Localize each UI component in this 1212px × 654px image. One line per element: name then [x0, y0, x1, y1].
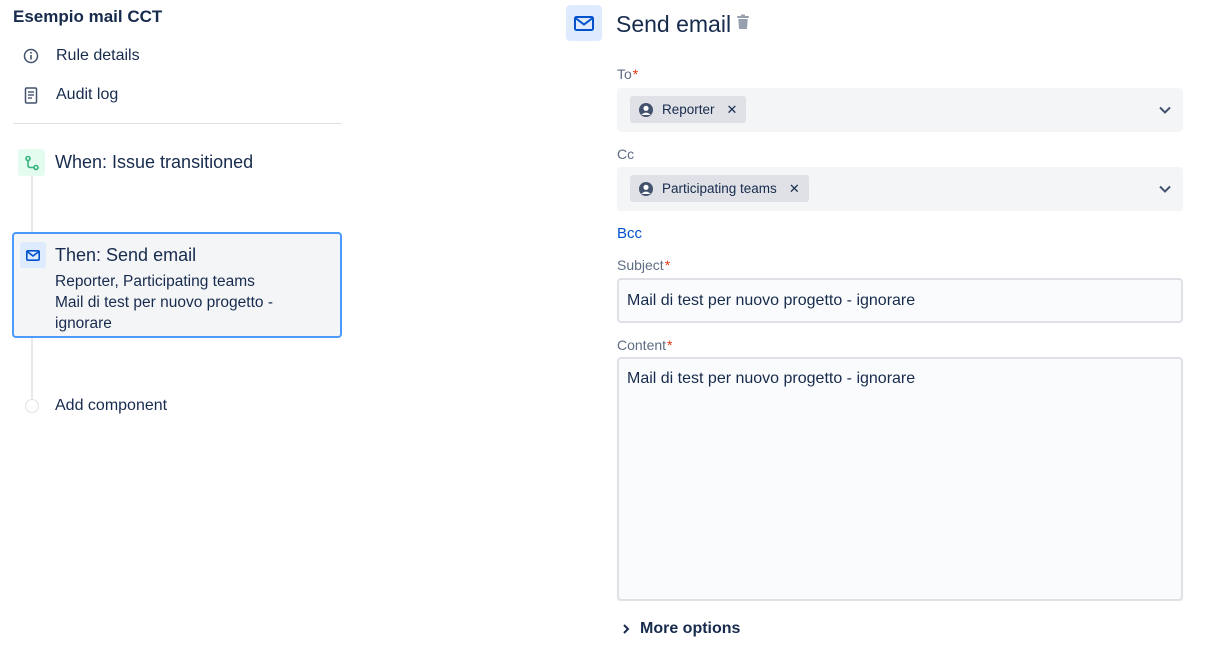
person-icon	[639, 102, 653, 117]
chevron-right-icon	[623, 624, 630, 634]
rule-title: Esempio mail CCT	[13, 7, 163, 26]
action-subject-line-2: ignorare	[55, 315, 112, 332]
action-subject-line-1: Mail di test per nuovo progetto -	[55, 294, 273, 311]
remove-chip-icon[interactable]: ✕	[789, 181, 800, 197]
mail-icon	[20, 242, 46, 268]
add-component-label: Add component	[55, 397, 168, 414]
action-title: Then: Send email	[55, 245, 197, 265]
content-label-text: Content	[617, 337, 667, 353]
nav-rule-details[interactable]: Rule details	[22, 45, 140, 67]
action-recipients: Reporter, Participating teams	[55, 273, 255, 290]
to-chip-reporter: Reporter ✕	[630, 96, 747, 123]
to-chip-label: Reporter	[662, 102, 715, 117]
chevron-down-icon[interactable]	[1157, 102, 1173, 118]
add-component-dot	[25, 399, 39, 413]
trigger-label: When: Issue transitioned	[55, 152, 254, 172]
content-label: Content*	[617, 337, 673, 353]
nav-audit-log[interactable]: Audit log	[22, 84, 118, 106]
subject-label: Subject*	[617, 257, 670, 273]
required-marker: *	[632, 66, 639, 82]
document-icon	[22, 86, 40, 104]
cc-chip-label: Participating teams	[662, 181, 777, 196]
more-options-label: More options	[640, 620, 741, 637]
subject-input[interactable]: Mail di test per nuovo progetto - ignora…	[617, 278, 1183, 323]
transition-icon	[18, 149, 45, 176]
cc-label: Cc	[617, 146, 635, 162]
cc-select[interactable]: Participating teams ✕	[617, 167, 1183, 211]
bcc-link[interactable]: Bcc	[617, 225, 642, 242]
more-options-toggle[interactable]: More options	[621, 620, 740, 638]
trash-icon[interactable]	[736, 14, 752, 32]
chevron-down-icon[interactable]	[1157, 181, 1173, 197]
subject-label-text: Subject	[617, 257, 664, 273]
to-label-text: To	[617, 66, 632, 82]
sidebar-divider	[13, 123, 342, 124]
panel-title: Send email	[616, 11, 732, 37]
to-label: To*	[617, 66, 638, 82]
info-icon	[22, 47, 40, 65]
cc-chip-participating-teams: Participating teams ✕	[630, 175, 809, 202]
nav-rule-details-label: Rule details	[56, 47, 140, 64]
send-email-panel: Send email To* Reporter ✕ Cc Participati…	[566, 0, 1212, 654]
action-send-email-card[interactable]: Then: Send email Reporter, Participating…	[12, 232, 342, 338]
content-textarea[interactable]: Mail di test per nuovo progetto - ignora…	[617, 357, 1183, 601]
required-marker: *	[664, 257, 671, 273]
rule-sidebar: Esempio mail CCT Rule details Audit log …	[0, 0, 350, 654]
nav-audit-log-label: Audit log	[56, 86, 119, 103]
required-marker: *	[667, 337, 673, 353]
add-component-button[interactable]: Add component	[25, 397, 167, 415]
mail-icon	[566, 5, 602, 41]
to-select[interactable]: Reporter ✕	[617, 88, 1183, 132]
remove-chip-icon[interactable]: ✕	[727, 102, 738, 118]
automation-rule-editor: Esempio mail CCT Rule details Audit log …	[0, 0, 1212, 654]
trigger-component[interactable]: When: Issue transitioned	[18, 149, 253, 176]
person-icon	[639, 181, 653, 196]
